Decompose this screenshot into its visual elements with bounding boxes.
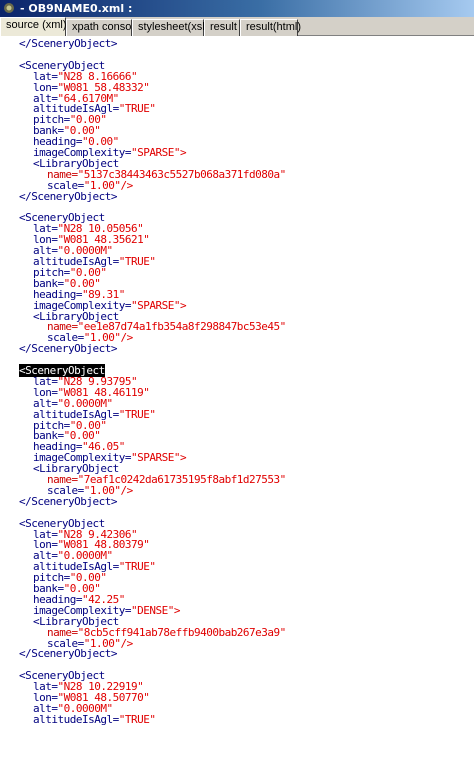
complexity-attr-value: "SPARSE"> [130, 298, 187, 312]
window-title: - OB9NAME0.xml : [20, 2, 133, 15]
xml-line: altitudeIsAgl="TRUE" [33, 712, 156, 726]
complexity-attr-value: "SPARSE"> [130, 146, 187, 159]
agl-attr-value: "TRUE" [118, 560, 156, 574]
scenery-object-close-tag: </SceneryObject> [19, 342, 117, 356]
complexity-attr-value: "SPARSE"> [130, 451, 187, 465]
agl-attr-value: "TRUE" [118, 255, 156, 268]
xml-line: </SceneryObject> [19, 343, 117, 354]
xml-line: </SceneryObject> [19, 496, 117, 507]
tab-stylesheet-xsl[interactable]: stylesheet(xsl) [132, 19, 208, 36]
agl-attr-name: altitudeIsAgl= [33, 712, 119, 726]
scenery-object-close-tag: </SceneryObject> [19, 647, 117, 661]
tab-bar: source (xml) xpath console stylesheet(xs… [0, 17, 474, 36]
close-tag: </SceneryObject> [19, 37, 117, 50]
agl-attr-value: "TRUE" [118, 102, 156, 116]
app-icon [4, 3, 14, 13]
window-titlebar: - OB9NAME0.xml : [0, 0, 474, 17]
tab-source-xml[interactable]: source (xml) [0, 17, 67, 36]
tab-result[interactable]: result [204, 19, 240, 36]
complexity-attr-value: "DENSE"> [130, 603, 180, 617]
xml-line: </SceneryObject> [19, 648, 117, 659]
scenery-object-close-tag: </SceneryObject> [19, 189, 117, 203]
xml-line: </SceneryObject> [19, 38, 117, 49]
agl-attr-value: "TRUE" [118, 712, 156, 726]
xml-source-editor[interactable]: </SceneryObject> <SceneryObject lat="N28 8… [0, 36, 474, 781]
tab-xpath-console[interactable]: xpath console [66, 19, 140, 36]
scenery-object-close-tag: </SceneryObject> [19, 494, 117, 508]
xml-line: </SceneryObject> [19, 191, 117, 202]
tab-result-html[interactable]: result(html) [240, 19, 301, 36]
agl-attr-value: "TRUE" [118, 407, 156, 421]
